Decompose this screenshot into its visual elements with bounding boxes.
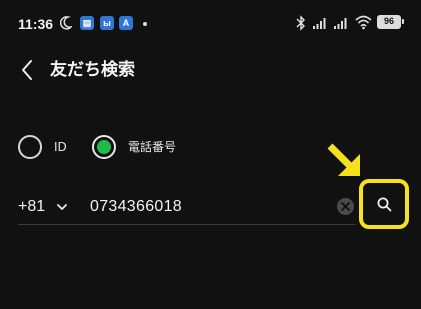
notification-app-icon: ▤ <box>80 16 94 30</box>
phone-number-input[interactable]: 0734366018 <box>90 195 320 219</box>
back-icon[interactable] <box>18 58 36 82</box>
status-time: 11:36 <box>18 16 54 32</box>
page-title: 友だち検索 <box>50 60 135 80</box>
clear-icon <box>341 202 350 211</box>
radio-phone-number-label[interactable]: 電話番号 <box>128 139 176 155</box>
search-icon <box>377 197 392 212</box>
notification-app-icon: A <box>119 16 133 30</box>
moon-icon <box>60 16 72 30</box>
input-underline <box>18 224 356 225</box>
country-code-select[interactable]: +81 <box>18 195 45 219</box>
bluetooth-icon <box>296 15 305 31</box>
chevron-down-icon[interactable] <box>56 201 68 213</box>
notification-app-icon: ы <box>100 16 114 30</box>
wifi-icon <box>355 15 372 30</box>
radio-id-label[interactable]: ID <box>54 139 67 155</box>
signal-icon <box>334 18 347 29</box>
radio-id[interactable] <box>18 135 42 159</box>
radio-phone-number[interactable] <box>92 135 116 159</box>
signal-icon <box>313 18 326 29</box>
clear-button[interactable] <box>337 198 354 215</box>
status-bar: 11:36 ▤ ы A 96 <box>0 0 421 50</box>
search-button[interactable] <box>359 179 409 229</box>
battery-icon: 96 <box>377 15 404 29</box>
notification-dot <box>143 22 147 26</box>
